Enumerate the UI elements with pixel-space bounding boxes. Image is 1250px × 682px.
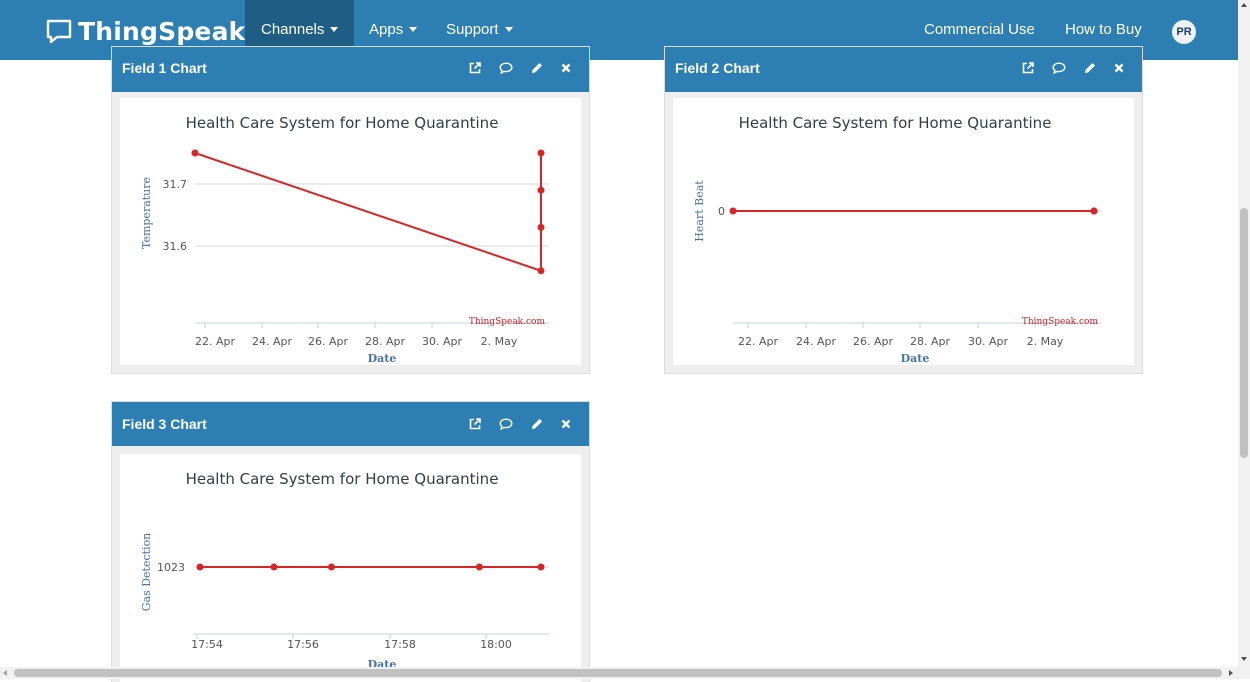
field-1-line-chart[interactable]: Health Care System for Home Quarantine 31… <box>120 98 581 365</box>
brand-name: ThingSpeak <box>78 16 246 46</box>
vertical-scroll-thumb[interactable] <box>1240 208 1248 458</box>
data-point <box>537 267 545 275</box>
x-tick-label: 26. Apr <box>308 335 348 348</box>
y-axis-title: Heart Beat <box>693 180 706 242</box>
data-point <box>537 186 545 194</box>
data-point <box>191 149 199 157</box>
panel-header: Field 1 Chart <box>112 47 589 92</box>
chart-title: Health Care System for Home Quarantine <box>186 114 499 132</box>
chart-container: Health Care System for Home Quarantine 10… <box>120 454 581 682</box>
x-axis-title: Date <box>901 352 930 365</box>
data-point <box>327 563 335 571</box>
pencil-icon[interactable] <box>1084 62 1096 74</box>
data-point <box>196 563 204 571</box>
credit-label: ThingSpeak.com <box>469 317 546 327</box>
scroll-right-icon[interactable] <box>1229 670 1233 676</box>
field-2-panel: Field 2 Chart Health Care System for Hom… <box>664 46 1143 374</box>
credit-label: ThingSpeak.com <box>1022 317 1099 327</box>
y-tick-label: 1023 <box>157 561 185 574</box>
close-icon[interactable] <box>561 63 571 73</box>
caret-down-icon <box>409 26 418 32</box>
user-avatar[interactable]: PR <box>1172 20 1196 44</box>
x-tick-label: 17:56 <box>287 638 319 651</box>
x-tick-label: 24. Apr <box>252 335 292 348</box>
data-point <box>475 563 483 571</box>
y-axis-title: Temperature <box>140 177 153 249</box>
nav-apps-label: Apps <box>369 21 404 38</box>
close-icon[interactable] <box>561 419 571 429</box>
y-tick-label: 31.6 <box>163 240 188 253</box>
horizontal-scrollbar[interactable] <box>0 667 1250 679</box>
x-tick-label: 22. Apr <box>195 335 235 348</box>
comment-icon[interactable] <box>499 418 513 430</box>
horizontal-scroll-thumb[interactable] <box>14 669 1222 677</box>
data-point <box>1090 207 1098 215</box>
x-tick-label: 28. Apr <box>910 335 950 348</box>
x-tick-label: 26. Apr <box>853 335 893 348</box>
caret-down-icon <box>330 26 339 32</box>
x-tick-label: 2. May <box>1027 335 1064 348</box>
data-point <box>537 223 545 231</box>
scroll-left-icon[interactable] <box>3 670 7 676</box>
series-line <box>194 152 542 273</box>
panel-title: Field 1 Chart <box>122 60 207 76</box>
chart-title: Health Care System for Home Quarantine <box>739 114 1052 132</box>
x-tick-label: 22. Apr <box>738 335 778 348</box>
data-point <box>537 563 545 571</box>
pencil-icon[interactable] <box>531 418 543 430</box>
x-tick-label: 28. Apr <box>365 335 405 348</box>
comment-icon[interactable] <box>499 62 513 74</box>
comment-icon[interactable] <box>1052 62 1066 74</box>
data-point <box>537 149 545 157</box>
field-2-line-chart[interactable]: Health Care System for Home Quarantine 0 2… <box>673 98 1134 365</box>
nav-channels-label: Channels <box>261 21 325 38</box>
field-3-panel: Field 3 Chart Health Care System for Hom… <box>111 401 590 682</box>
external-link-icon[interactable] <box>469 418 481 430</box>
chart-container: Health Care System for Home Quarantine 0 2… <box>673 98 1134 365</box>
pencil-icon[interactable] <box>531 62 543 74</box>
panel-title: Field 2 Chart <box>675 60 760 76</box>
y-axis-title: Gas Detection <box>140 533 153 612</box>
chart-container: Health Care System for Home Quarantine 31… <box>120 98 581 365</box>
external-link-icon[interactable] <box>469 62 481 74</box>
scroll-up-icon[interactable] <box>1241 3 1247 7</box>
panel-header: Field 3 Chart <box>112 402 589 446</box>
x-tick-label: 17:54 <box>191 638 223 651</box>
x-axis-title: Date <box>368 352 397 365</box>
nav-support-label: Support <box>446 21 499 38</box>
x-tick-label: 30. Apr <box>422 335 462 348</box>
panel-header: Field 2 Chart <box>665 47 1142 92</box>
x-tick-label: 30. Apr <box>968 335 1008 348</box>
vertical-scrollbar[interactable] <box>1238 0 1250 667</box>
scroll-down-icon[interactable] <box>1241 657 1247 661</box>
chart-title: Health Care System for Home Quarantine <box>186 470 499 488</box>
x-tick-label: 18:00 <box>480 638 512 651</box>
y-tick-label: 31.7 <box>163 178 188 191</box>
panel-title: Field 3 Chart <box>122 416 207 432</box>
field-1-panel: Field 1 Chart Health Care System for Hom… <box>111 46 590 374</box>
field-3-line-chart[interactable]: Health Care System for Home Quarantine 10… <box>120 454 581 682</box>
x-tick-label: 2. May <box>481 335 518 348</box>
data-point <box>729 207 737 215</box>
chat-bubble-icon <box>46 19 72 44</box>
brand-logo[interactable]: ThingSpeak™ <box>46 14 259 48</box>
close-icon[interactable] <box>1114 63 1124 73</box>
caret-down-icon <box>504 26 513 32</box>
x-tick-label: 24. Apr <box>796 335 836 348</box>
x-tick-label: 17:58 <box>384 638 416 651</box>
data-point <box>270 563 278 571</box>
y-tick-label: 0 <box>718 205 725 218</box>
external-link-icon[interactable] <box>1022 62 1034 74</box>
